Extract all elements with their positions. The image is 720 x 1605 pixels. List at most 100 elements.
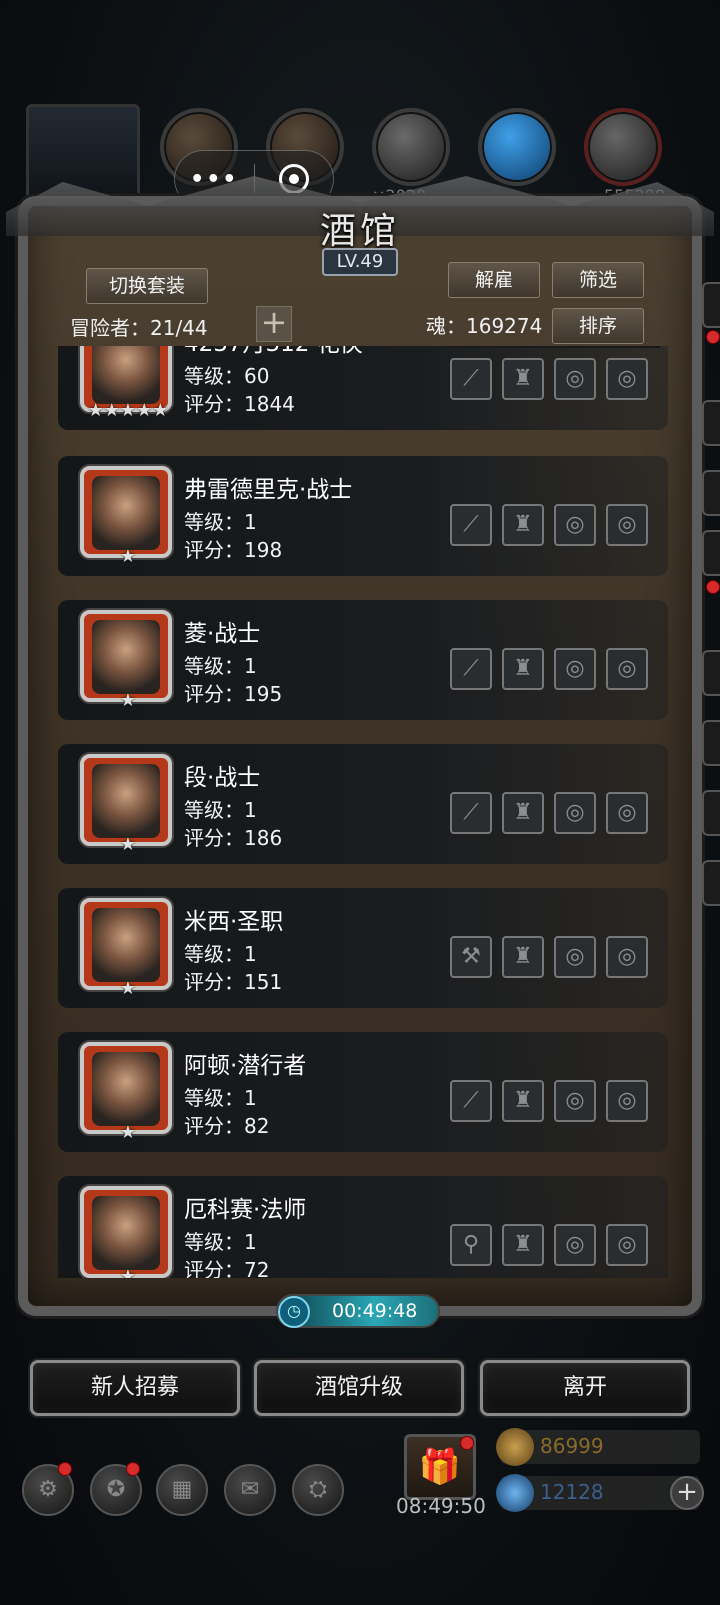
iron-resource-icon[interactable] [372,108,450,186]
gift-countdown: 08:49:50 [396,1494,486,1518]
notification-dot [706,580,720,594]
hero-star-rating: ★ [119,690,137,711]
clock-icon: ◷ [278,1296,310,1328]
recruit-button[interactable]: 新人招募 [30,1360,240,1416]
hero-star-rating: ★ [119,1122,137,1143]
hero-score: 评分：82 [184,1114,270,1138]
ring-slot-icon[interactable]: ◎ [606,648,648,690]
ring-slot-icon[interactable]: ◎ [606,936,648,978]
codex-icon[interactable]: ▦ [156,1464,208,1516]
gold-amount: 86999 [540,1434,604,1458]
hero-card[interactable]: ★★★★★ 4237月312 花侠 等级：60 评分：1844 ⟋ ♜ ◎ ◎ [58,346,668,430]
hero-level: 等级：1 [184,942,257,966]
hero-avatar[interactable] [80,754,172,846]
side-tab[interactable] [702,470,720,516]
sword-slot-icon[interactable]: ⟋ [450,792,492,834]
hero-score: 评分：186 [184,826,283,850]
hero-level: 等级：1 [184,654,257,678]
ring-slot-icon[interactable]: ◎ [554,648,596,690]
side-tab[interactable] [702,860,720,906]
add-currency-button[interactable]: + [670,1476,704,1510]
hero-name: 弗雷德里克·战士 [184,477,353,503]
side-tab[interactable] [702,530,720,576]
gem-amount: 12128 [540,1480,604,1504]
hero-score: 评分：198 [184,538,283,562]
hero-name: 菱·战士 [184,621,261,647]
gold-coin-icon [496,1428,534,1466]
side-tab[interactable] [702,282,720,328]
hero-score: 评分：1844 [184,392,295,416]
panel-title: 酒馆 [319,211,400,252]
upgrade-tavern-button[interactable]: 酒馆升级 [254,1360,464,1416]
ring-slot-icon[interactable]: ◎ [554,1224,596,1266]
filter-button[interactable]: 筛选 [552,262,644,298]
leave-button[interactable]: 离开 [480,1360,690,1416]
notification-dot [460,1436,474,1450]
armor-slot-icon[interactable]: ♜ [502,648,544,690]
hero-card[interactable]: ★ 米西·圣职 等级：1 评分：151 ⚒ ♜ ◎ ◎ [58,888,668,1008]
side-tab[interactable] [702,720,720,766]
hero-score: 评分：195 [184,682,283,706]
top-resource-strip: ×2020 555298 [0,100,720,205]
hammer-slot-icon[interactable]: ⚒ [450,936,492,978]
hero-card[interactable]: ★ 菱·战士 等级：1 评分：195 ⟋ ♜ ◎ ◎ [58,600,668,720]
hero-name: 厄科赛·法师 [184,1197,307,1223]
hero-level: 等级：1 [184,1230,257,1254]
add-adventurer-slot-button[interactable]: + [256,306,292,342]
hero-avatar[interactable] [80,898,172,990]
dagger-slot-icon[interactable]: ⟋ [450,1080,492,1122]
gem-icon [496,1474,534,1512]
crystal-resource-icon[interactable] [478,108,556,186]
hero-level: 等级：1 [184,1086,257,1110]
sword-slot-icon[interactable]: ⟋ [450,504,492,546]
sword-slot-icon[interactable]: ⟋ [450,648,492,690]
side-tab[interactable] [702,650,720,696]
hero-list[interactable]: ★★★★★ 4237月312 花侠 等级：60 评分：1844 ⟋ ♜ ◎ ◎ … [50,346,690,1278]
sort-button[interactable]: 排序 [552,308,644,344]
switch-outfit-button[interactable]: 切换套装 [86,268,208,304]
side-tab[interactable] [702,400,720,446]
ring-slot-icon[interactable]: ◎ [606,1080,648,1122]
ring-slot-icon[interactable]: ◎ [554,792,596,834]
armor-slot-icon[interactable]: ♜ [502,936,544,978]
armor-slot-icon[interactable]: ♜ [502,504,544,546]
hero-card[interactable]: ★ 段·战士 等级：1 评分：186 ⟋ ♜ ◎ ◎ [58,744,668,864]
weapon-slot-icon[interactable]: ⟋ [450,358,492,400]
hero-name: 4237月312 花侠 [184,346,363,358]
notification-dot [126,1462,140,1476]
ring-slot-icon[interactable]: ◎ [554,936,596,978]
mail-icon[interactable]: ✉ [224,1464,276,1516]
hero-avatar[interactable] [80,610,172,702]
hero-card[interactable]: ★ 厄科赛·法师 等级：1 评分：72 ⚲ ♜ ◎ ◎ [58,1176,668,1278]
hero-score: 评分：151 [184,970,283,994]
armor-slot-icon[interactable]: ♜ [502,792,544,834]
ring-slot-icon[interactable]: ◎ [606,504,648,546]
ring-slot-icon[interactable]: ◎ [554,358,596,400]
hero-card[interactable]: ★ 阿顿·潜行者 等级：1 评分：82 ⟋ ♜ ◎ ◎ [58,1032,668,1152]
armor-slot-icon[interactable]: ♜ [502,1224,544,1266]
hero-card[interactable]: ★ 弗雷德里克·战士 等级：1 评分：198 ⟋ ♜ ◎ ◎ [58,456,668,576]
ring-slot-icon[interactable]: ◎ [606,792,648,834]
staff-slot-icon[interactable]: ⚲ [450,1224,492,1266]
adventurer-count: 冒险者：21/44 [70,316,208,340]
ring-slot-icon[interactable]: ◎ [554,1080,596,1122]
ring-slot-icon[interactable]: ◎ [606,358,648,400]
side-tab[interactable] [702,790,720,836]
hero-avatar[interactable] [80,1186,172,1278]
armor-slot-icon[interactable]: ♜ [502,358,544,400]
hero-name: 段·战士 [184,765,261,791]
metal-resource-icon[interactable] [584,108,662,186]
ring-slot-icon[interactable]: ◎ [554,504,596,546]
hero-score: 评分：72 [184,1258,270,1278]
armor-slot-icon[interactable]: ♜ [502,1080,544,1122]
notification-dot [58,1462,72,1476]
soul-count: 魂：169274 [426,314,543,338]
shop-icon[interactable]: ⛭ [292,1464,344,1516]
hero-avatar[interactable] [80,466,172,558]
ring-slot-icon[interactable]: ◎ [606,1224,648,1266]
dismiss-button[interactable]: 解雇 [448,262,540,298]
hero-level: 等级：1 [184,510,257,534]
hero-level: 等级：1 [184,798,257,822]
tavern-level-badge: LV.49 [322,248,398,276]
hero-avatar[interactable] [80,1042,172,1134]
